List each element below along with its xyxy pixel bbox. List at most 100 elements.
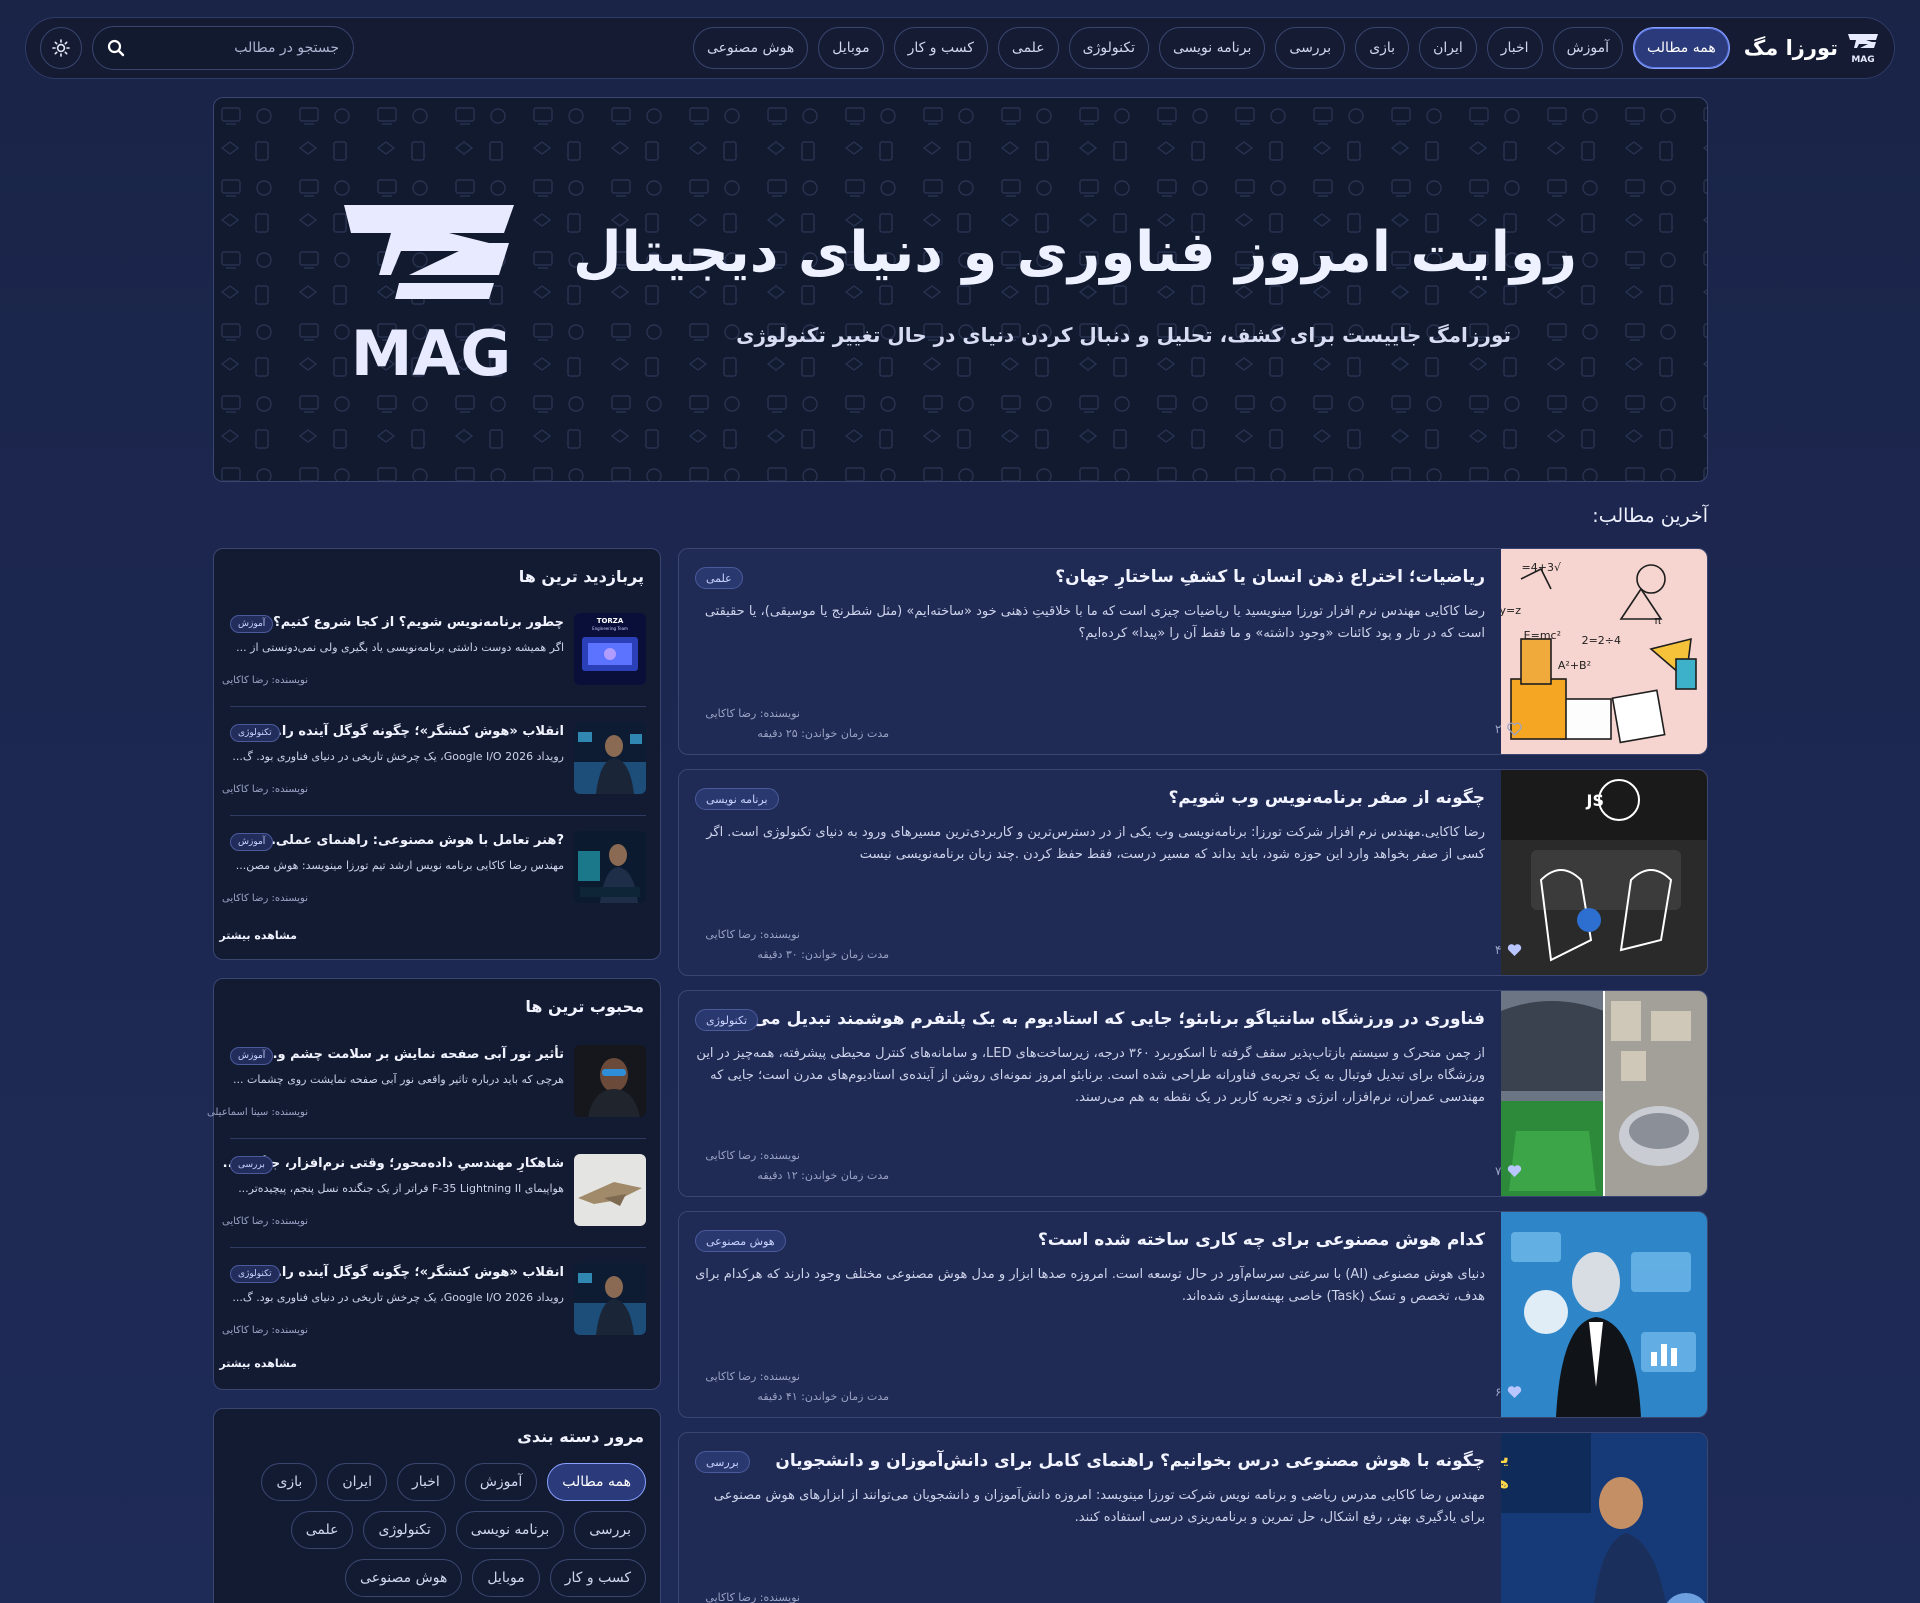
heart-filled-icon[interactable] — [1507, 943, 1522, 957]
article-excerpt: از چمن متحرک و سیستم بازتاب‌پذیر سقف گرف… — [696, 1046, 1485, 1105]
item-category-badge[interactable]: تکنولوژی — [230, 1265, 280, 1283]
category-pill[interactable]: علمی — [290, 1511, 354, 1549]
category-pill[interactable]: موبایل — [472, 1559, 540, 1597]
article-excerpt: مهندس رضا کاکایی مدرس ریاضی و برنامه نوی… — [713, 1488, 1485, 1525]
item-category-badge[interactable]: آموزش — [230, 833, 274, 851]
nav-pill[interactable]: بررسی — [1275, 27, 1346, 69]
most-viewed-item[interactable]: انقلاب «هوش کنشگر»؛ چگونه گوگل آینده را.… — [222, 722, 646, 816]
svg-text:هوش مص: هوش مص — [1501, 1473, 1509, 1492]
item-category-badge[interactable]: بررسی — [230, 1156, 273, 1174]
article-thumbnail[interactable] — [574, 1263, 646, 1335]
article-card[interactable]: √4+3= x+y=z E=mc² 4÷2=2 A²+B² π ریاضیات؛ اخ… — [678, 548, 1708, 755]
article-image-study[interactable]: یادگیـ هوش مص AI — [1501, 1433, 1707, 1603]
most-liked-title: محبوب ترین ها — [525, 997, 644, 1016]
theme-toggle-button[interactable] — [40, 27, 82, 69]
svg-text:√4+3=: √4+3= — [1522, 561, 1562, 574]
article-thumbnail[interactable] — [574, 722, 646, 794]
most-liked-item[interactable]: انقلاب «هوش کنشگر»؛ چگونه گوگل آینده را.… — [222, 1263, 646, 1357]
article-category-badge[interactable]: تکنولوژی — [695, 1009, 759, 1031]
divider — [230, 815, 646, 816]
article-image-ai[interactable] — [1501, 1212, 1707, 1417]
see-more-link[interactable]: مشاهده بیشتر — [219, 929, 297, 942]
category-pill[interactable]: تکنولوژی — [363, 1511, 446, 1549]
category-pill[interactable]: برنامه نویسی — [455, 1511, 565, 1549]
article-image-math[interactable]: √4+3= x+y=z E=mc² 4÷2=2 A²+B² π — [1501, 549, 1707, 754]
svg-text:MAG: MAG — [351, 317, 512, 378]
article-category-badge[interactable]: برنامه نویسی — [695, 788, 779, 810]
search-box[interactable] — [92, 26, 354, 70]
article-image-stadium[interactable] — [1501, 991, 1707, 1196]
item-title[interactable]: تأثیر نور آبی صفحه نمایش بر سلامت چشم و.… — [263, 1047, 564, 1062]
heart-filled-icon[interactable] — [1507, 1164, 1522, 1178]
search-input[interactable] — [125, 40, 339, 56]
hero-banner: روایت امروز فناوری و دنیای دیجیتال تورزا… — [213, 97, 1708, 482]
article-thumbnail[interactable] — [574, 831, 646, 903]
category-pill[interactable]: کسب و کار — [549, 1559, 646, 1597]
heart-outline-icon[interactable] — [1507, 722, 1523, 736]
article-card[interactable]: کدام هوش مصنوعی برای چه کاری ساخته شده ا… — [678, 1211, 1708, 1418]
article-card[interactable]: JS چگونه از صفر برنامه‌نویس وب شویم؟ برن… — [678, 769, 1708, 976]
article-title[interactable]: ریاضیات؛ اختراع ذهن انسان یا کشفِ ساختار… — [1055, 567, 1485, 587]
category-pill[interactable]: ایران — [327, 1463, 388, 1501]
category-pill[interactable]: بررسی — [574, 1511, 646, 1549]
most-viewed-item[interactable]: TORZA Engineering Team چطور برنامه‌نویس … — [222, 613, 646, 707]
item-author: نویسنده: رضا کاکایی — [222, 675, 308, 686]
nav-pill[interactable]: همه مطالب — [1633, 27, 1730, 69]
nav-pill[interactable]: بازی — [1355, 27, 1410, 69]
most-viewed-item[interactable]: ?هنر تعامل با هوش مصنوعی: راهنمای عملی..… — [222, 831, 646, 925]
see-more-link[interactable]: مشاهده بیشتر — [219, 1357, 297, 1370]
item-category-badge[interactable]: تکنولوژی — [230, 724, 280, 742]
categories-box: مرور دسته بندی همه مطالب آموزش اخبار ایران ب… — [213, 1408, 661, 1603]
category-pill[interactable]: آموزش — [464, 1463, 538, 1501]
nav-pill[interactable]: کسب و کار — [893, 27, 988, 69]
svg-text:MAG: MAG — [1851, 55, 1874, 65]
most-liked-item[interactable]: تأثیر نور آبی صفحه نمایش بر سلامت چشم و.… — [207, 1045, 646, 1139]
nav-pill[interactable]: هوش مصنوعی — [692, 27, 809, 69]
article-title[interactable]: چگونه با هوش مصنوعی درس بخوانیم؟ راهنمای… — [775, 1451, 1485, 1471]
article-likes[interactable]: ۷ — [1495, 1164, 1522, 1178]
article-thumbnail[interactable] — [574, 1045, 646, 1117]
article-card[interactable]: فناوری در ورزشگاه سانتیاگو برنابئو؛ جایی… — [678, 990, 1708, 1197]
article-title[interactable]: چگونه از صفر برنامه‌نویس وب شویم؟ — [1168, 788, 1485, 808]
like-count: ۲ — [1495, 722, 1502, 736]
article-title[interactable]: کدام هوش مصنوعی برای چه کاری ساخته شده ا… — [1038, 1230, 1485, 1250]
item-title[interactable]: انقلاب «هوش کنشگر»؛ چگونه گوگل آینده را.… — [267, 724, 564, 739]
article-category-badge[interactable]: هوش مصنوعی — [695, 1230, 786, 1252]
nav-pill[interactable]: آموزش — [1552, 27, 1624, 69]
item-title[interactable]: چطور برنامه‌نویس شویم؟ از کجا شروع کنیم؟… — [252, 615, 564, 630]
category-pill[interactable]: بازی — [261, 1463, 318, 1501]
category-pill[interactable]: اخبار — [397, 1463, 455, 1501]
article-card[interactable]: یادگیـ هوش مص AI چگونه با هوش مصنوعی درس… — [678, 1432, 1708, 1603]
nav-pill[interactable]: برنامه نویسی — [1158, 27, 1266, 69]
item-category-badge[interactable]: آموزش — [230, 615, 274, 633]
article-category-badge[interactable]: علمی — [695, 567, 743, 589]
article-thumbnail[interactable] — [574, 1154, 646, 1226]
item-excerpt: مهندس رضا کاکایی برنامه نویس ارشد تیم تو… — [235, 859, 564, 872]
item-excerpt: رویداد Google I/O 2026، یک چرخش تاریخی د… — [232, 1291, 564, 1304]
nav-pill[interactable]: علمی — [997, 27, 1059, 69]
heart-filled-icon[interactable] — [1507, 1385, 1522, 1399]
search-icon[interactable] — [107, 39, 125, 57]
category-pill[interactable]: همه مطالب — [547, 1463, 646, 1501]
brand[interactable]: MAG تورزا مگ — [1744, 31, 1880, 65]
article-excerpt: دنیای هوش مصنوعی (AI) با سرعتی سرسام‌آور… — [695, 1267, 1485, 1304]
category-pill[interactable]: هوش مصنوعی — [345, 1559, 463, 1597]
nav-pill[interactable]: موبایل — [818, 27, 884, 69]
article-likes[interactable]: ۴ — [1495, 943, 1522, 957]
item-category-badge[interactable]: آموزش — [230, 1047, 274, 1065]
article-likes[interactable]: ۶ — [1495, 1385, 1522, 1399]
item-title[interactable]: شاهکارِ مهندسیِ داده‌محور؛ وقتی نرم‌افزا… — [223, 1156, 564, 1171]
nav-pill[interactable]: ایران — [1419, 27, 1477, 69]
article-image-coding[interactable]: JS — [1501, 770, 1707, 975]
item-title[interactable]: انقلاب «هوش کنشگر»؛ چگونه گوگل آینده را.… — [267, 1265, 564, 1280]
nav-pill[interactable]: تکنولوژی — [1068, 27, 1149, 69]
nav-pill[interactable]: اخبار — [1486, 27, 1543, 69]
article-category-badge[interactable]: بررسی — [695, 1451, 750, 1473]
divider — [230, 1247, 646, 1248]
most-liked-item[interactable]: شاهکارِ مهندسیِ داده‌محور؛ وقتی نرم‌افزا… — [222, 1154, 646, 1248]
article-likes[interactable]: ۲ — [1495, 722, 1523, 736]
item-author: نویسنده: رضا کاکایی — [222, 893, 308, 904]
article-title[interactable]: فناوری در ورزشگاه سانتیاگو برنابئو؛ جایی… — [717, 1009, 1485, 1029]
item-title[interactable]: ?هنر تعامل با هوش مصنوعی: راهنمای عملی..… — [261, 833, 564, 848]
article-thumbnail[interactable]: TORZA Engineering Team — [574, 613, 646, 685]
